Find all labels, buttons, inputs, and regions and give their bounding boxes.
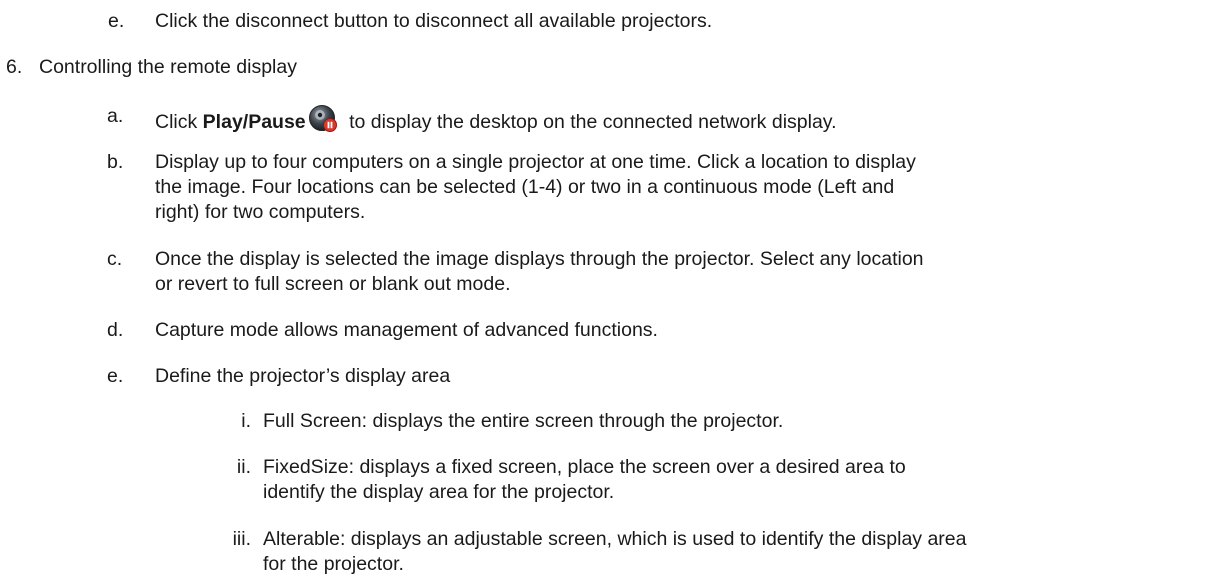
item-c-line: or revert to full screen or blank out mo… <box>155 273 511 295</box>
item-a-pre: Click <box>155 111 203 133</box>
section-heading: Controlling the remote display <box>39 56 297 78</box>
play-pause-icon <box>308 104 340 134</box>
section-number: 6. <box>6 56 23 78</box>
item-ii-line: FixedSize: displays a fixed screen, plac… <box>263 456 906 478</box>
item-d-text: Capture mode allows management of advanc… <box>155 319 658 341</box>
item-e-text: Define the projector’s display area <box>155 365 451 387</box>
item-b-line: right) for two computers. <box>155 201 366 223</box>
item-ii-line: identify the display area for the projec… <box>263 481 615 503</box>
item-c-line: Once the display is selected the image d… <box>155 248 924 270</box>
play-pause-label: Play/Pause <box>202 111 306 133</box>
item-iii-line: Alterable: displays an adjustable screen… <box>263 528 967 550</box>
list-marker: d. <box>107 319 124 341</box>
item-a-text: Click Play/Pause to display the desktop … <box>155 104 837 134</box>
item-a-post: to display the desktop on the connected … <box>343 111 837 133</box>
list-marker: ii. <box>236 456 251 478</box>
item-i-text: Full Screen: displays the entire screen … <box>263 410 784 432</box>
item-iii-line: for the projector. <box>263 553 404 575</box>
list-marker: iii. <box>232 528 251 550</box>
list-marker: e. <box>108 10 125 32</box>
item-e-disconnect-text: Click the disconnect button to disconnec… <box>155 10 713 32</box>
item-b-line: Display up to four computers on a single… <box>155 151 916 173</box>
item-b-line: the image. Four locations can be selecte… <box>155 176 895 198</box>
list-marker: i. <box>241 410 251 432</box>
list-marker: e. <box>107 365 124 387</box>
list-marker: a. <box>107 105 124 127</box>
list-marker: c. <box>107 248 123 270</box>
list-marker: b. <box>107 151 124 173</box>
